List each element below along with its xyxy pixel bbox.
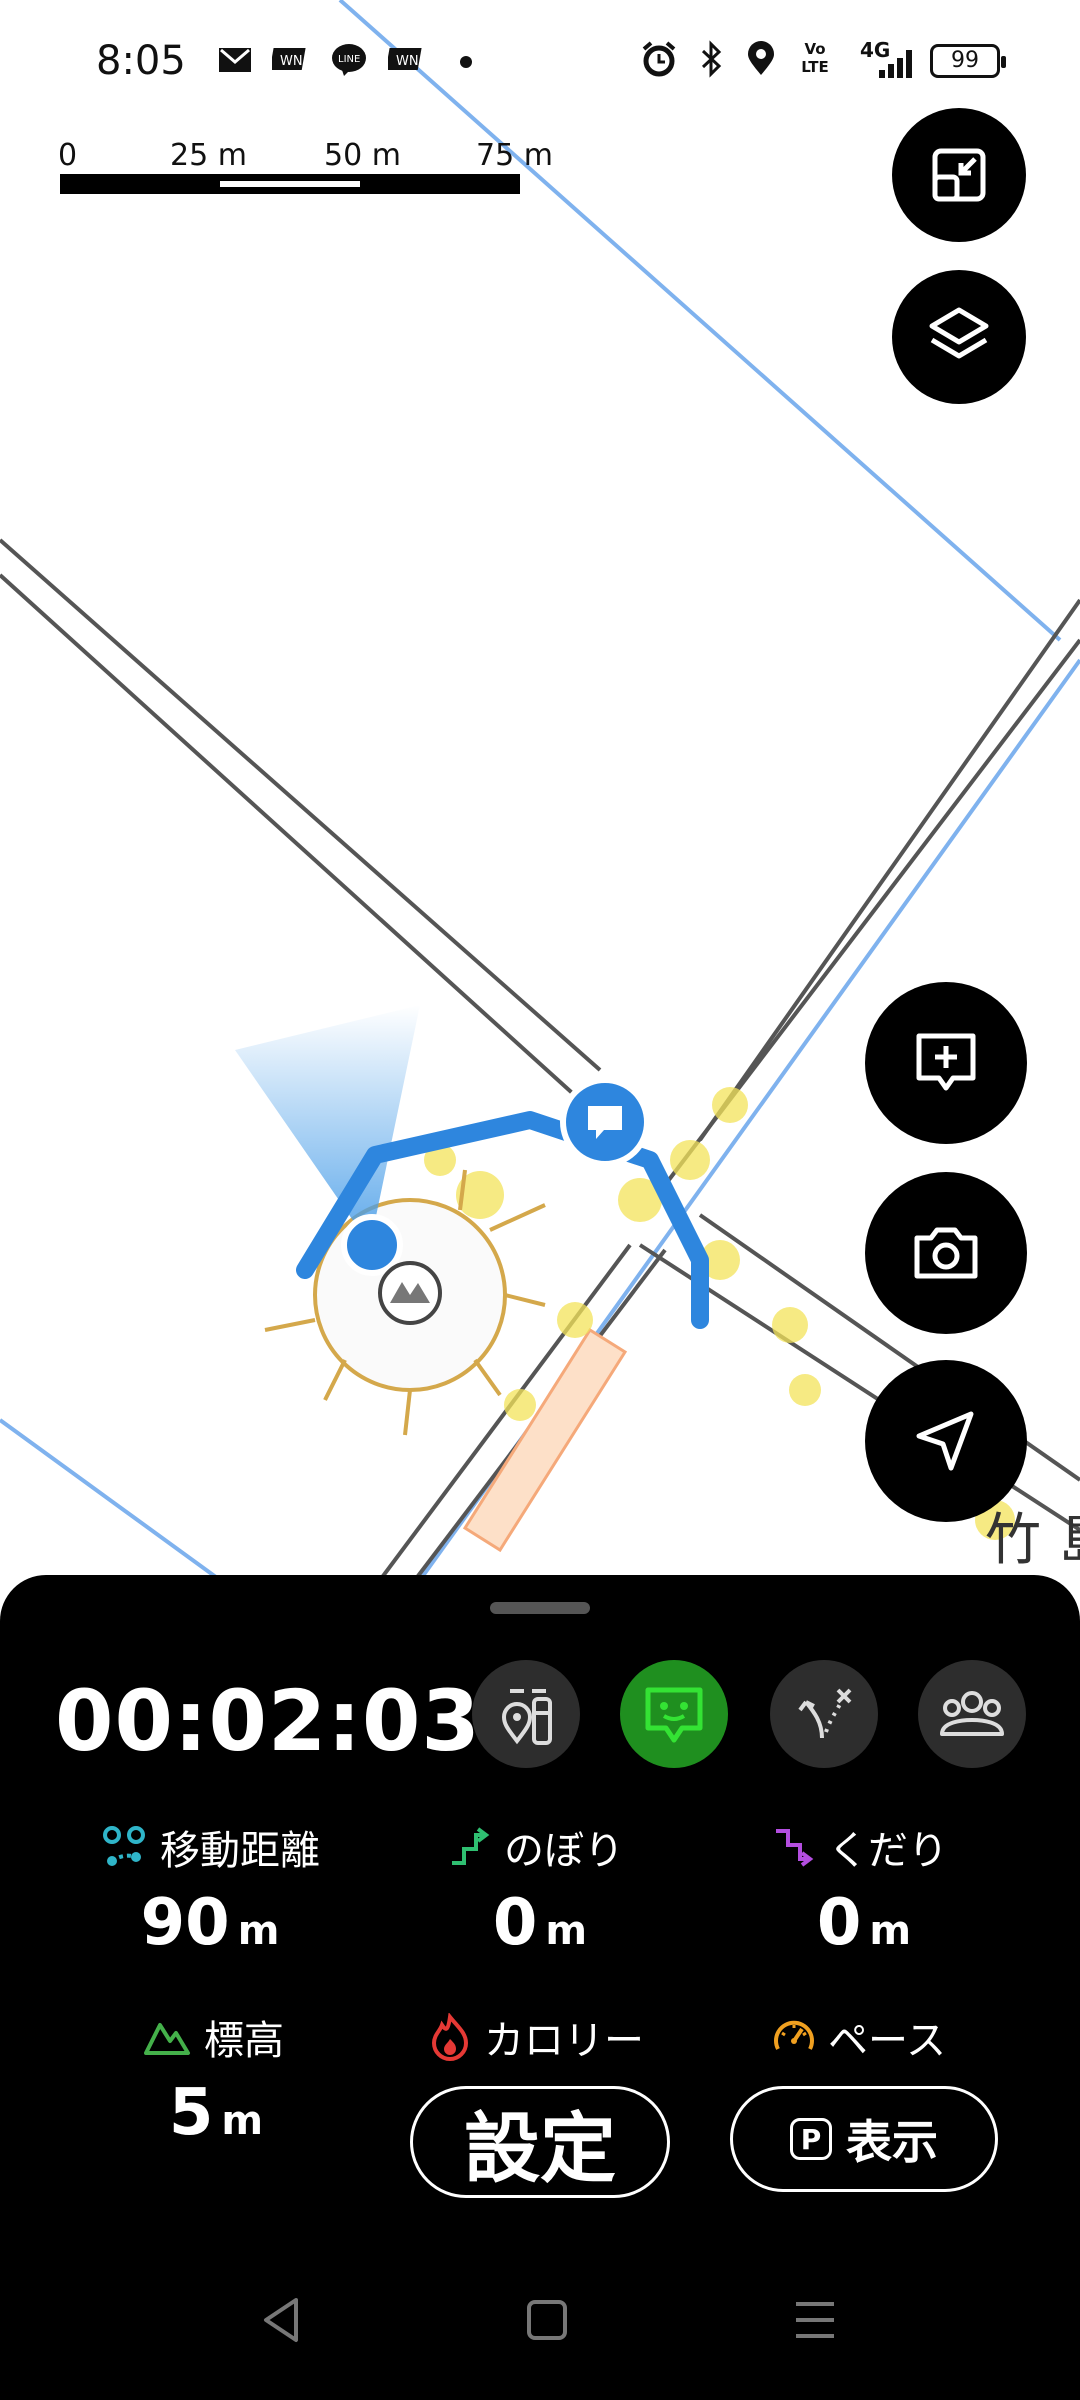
place-label: 竹 島 — [985, 1508, 1080, 1573]
navigate-icon — [916, 1411, 974, 1471]
calorie-label: カロリー — [484, 2018, 644, 2064]
exit-fullscreen-button[interactable] — [892, 108, 1026, 242]
wn-icon: WN — [272, 48, 306, 70]
line-icon: LINE — [332, 44, 366, 76]
mail-icon — [219, 48, 251, 72]
ascent-unit: m — [545, 1908, 588, 1954]
add-note-button[interactable] — [865, 982, 1027, 1144]
scale-label-50: 50 m — [324, 138, 401, 173]
sheet-drag-handle[interactable] — [490, 1602, 590, 1614]
ascent-number: 0 — [492, 1886, 538, 1960]
elevation-stat-label: 標高 — [142, 2008, 284, 2066]
wn-icon: WN — [388, 48, 422, 70]
signal-4g-icon — [879, 50, 912, 78]
location-icon — [748, 41, 774, 75]
battery-icon: 99 — [930, 44, 1006, 78]
elevation-value: 5m — [116, 2076, 316, 2150]
route-button[interactable] — [770, 1660, 878, 1768]
svg-text:WN: WN — [280, 54, 303, 69]
show-button-label: 表示 — [846, 2115, 938, 2169]
layers-button[interactable] — [892, 270, 1026, 404]
group-button[interactable] — [918, 1660, 1026, 1768]
elevation-unit: m — [221, 2098, 264, 2144]
scale-label-25: 25 m — [170, 138, 247, 173]
alarm-icon — [642, 41, 676, 77]
distance-number: 90 — [140, 1886, 230, 1960]
descent-unit: m — [869, 1908, 912, 1954]
descent-icon — [776, 1829, 814, 1867]
scale-label-0: 0 — [58, 138, 78, 173]
distance-label: 移動距離 — [160, 1828, 320, 1874]
back-icon[interactable] — [256, 2290, 306, 2350]
route-icon — [798, 1688, 852, 1739]
descent-label: くだり — [828, 1828, 948, 1874]
status-bar: 8:05 WN LINE WN Vo LTE 4G 99 — [0, 0, 1080, 125]
elevation-number: 5 — [168, 2076, 214, 2150]
camera-icon — [914, 1227, 978, 1279]
camera-button[interactable] — [865, 1172, 1027, 1334]
pace-label: ペース — [828, 2018, 946, 2064]
ascent-label: のぼり — [504, 1828, 624, 1874]
distance-icon — [103, 1826, 145, 1866]
status-time: 8:05 — [96, 38, 186, 84]
parking-icon: P — [790, 2118, 832, 2160]
pace-icon — [774, 2020, 814, 2050]
add-note-icon — [916, 1033, 976, 1091]
bluetooth-icon — [701, 40, 722, 78]
ascent-icon — [452, 1827, 490, 1865]
descent-value: 0m — [764, 1886, 964, 1960]
distance-unit: m — [237, 1908, 280, 1954]
elevation-icon — [144, 2023, 190, 2055]
chat-face-button[interactable] — [620, 1660, 728, 1768]
svg-text:LINE: LINE — [338, 54, 360, 65]
settings-button[interactable]: 設定 — [410, 2086, 670, 2198]
map-pin-bottles-icon — [501, 1689, 552, 1745]
dot-icon — [460, 56, 472, 68]
pace-stat-label: ペース — [772, 2008, 946, 2066]
svg-text:WN: WN — [396, 54, 419, 69]
home-icon[interactable] — [522, 2290, 572, 2350]
distance-stat-label: 移動距離 — [100, 1818, 320, 1876]
scale-bar-segment — [220, 181, 360, 187]
scale-label-75: 75 m — [476, 138, 553, 173]
chat-face-icon — [645, 1687, 703, 1743]
navigate-button[interactable] — [865, 1360, 1027, 1522]
map-pin-bottles-button[interactable] — [472, 1660, 580, 1768]
show-button[interactable]: P 表示 — [730, 2086, 998, 2192]
calorie-icon — [431, 2013, 469, 2061]
calorie-stat-label: カロリー — [428, 2008, 644, 2066]
descent-stat-label: くだり — [772, 1818, 948, 1876]
scale-bar — [60, 174, 520, 194]
menu-icon[interactable] — [790, 2290, 840, 2350]
settings-button-label: 設定 — [464, 2104, 616, 2193]
elevation-label: 標高 — [204, 2018, 284, 2064]
group-icon — [940, 1691, 1004, 1736]
descent-number: 0 — [816, 1886, 862, 1960]
ascent-stat-label: のぼり — [448, 1818, 624, 1876]
volte-icon: Vo LTE — [801, 40, 829, 76]
layers-icon — [929, 307, 989, 359]
ascent-value: 0m — [440, 1886, 640, 1960]
distance-value: 90 m — [110, 1886, 310, 1960]
elapsed-timer: 00:02:03 — [55, 1672, 481, 1770]
exit-fullscreen-icon — [932, 148, 986, 202]
